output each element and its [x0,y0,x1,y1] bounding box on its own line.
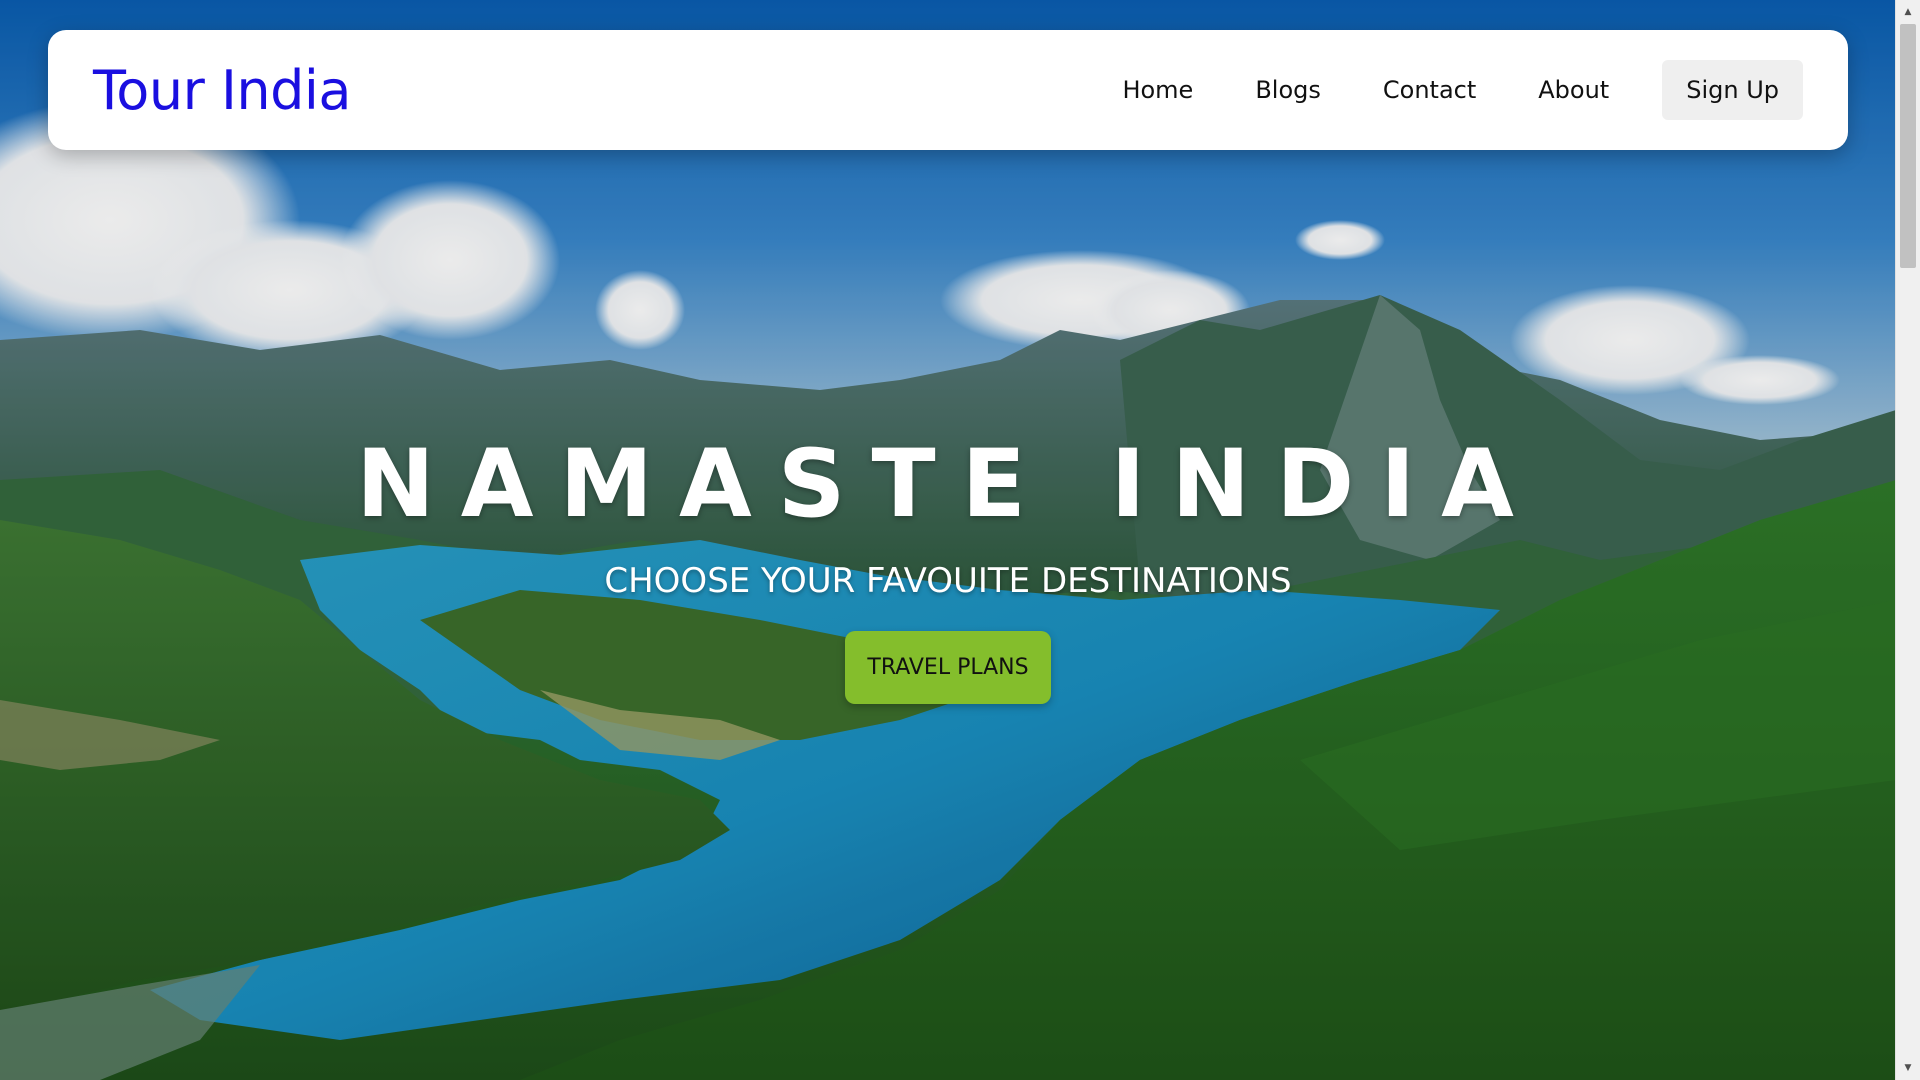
triangle-up-icon[interactable]: ▲ [1896,2,1920,22]
hero-subtitle: CHOOSE YOUR FAVOUITE DESTINATIONS [604,561,1292,601]
travel-plans-button[interactable]: TRAVEL PLANS [845,631,1051,704]
hero-section: NAMASTE INDIA CHOOSE YOUR FAVOUITE DESTI… [0,0,1896,1080]
scrollbar-thumb[interactable] [1900,24,1916,268]
triangle-down-icon[interactable]: ▼ [1896,1058,1920,1078]
hero-title: NAMASTE INDIA [356,430,1540,539]
page-viewport: Tour India Home Blogs Contact About Sign… [0,0,1920,1080]
vertical-scrollbar[interactable]: ▲ ▼ [1895,0,1920,1080]
